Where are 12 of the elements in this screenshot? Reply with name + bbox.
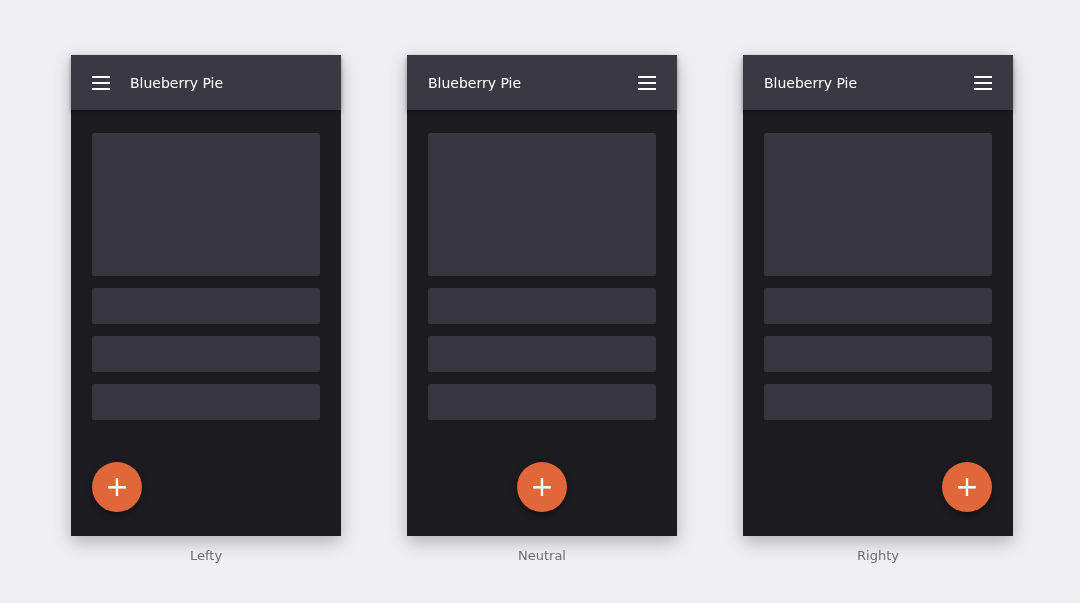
app-title: Blueberry Pie bbox=[428, 74, 522, 91]
menu-icon[interactable] bbox=[92, 75, 110, 90]
add-button[interactable]: + bbox=[517, 462, 567, 512]
app-title: Blueberry Pie bbox=[130, 74, 224, 91]
caption: Neutral bbox=[518, 548, 566, 563]
add-button[interactable]: + bbox=[942, 462, 992, 512]
menu-icon[interactable] bbox=[974, 75, 992, 90]
app-title: Blueberry Pie bbox=[764, 74, 858, 91]
caption: Righty bbox=[857, 548, 899, 563]
add-button[interactable]: + bbox=[92, 462, 142, 512]
menu-icon[interactable] bbox=[638, 75, 656, 90]
caption: Lefty bbox=[189, 548, 223, 563]
